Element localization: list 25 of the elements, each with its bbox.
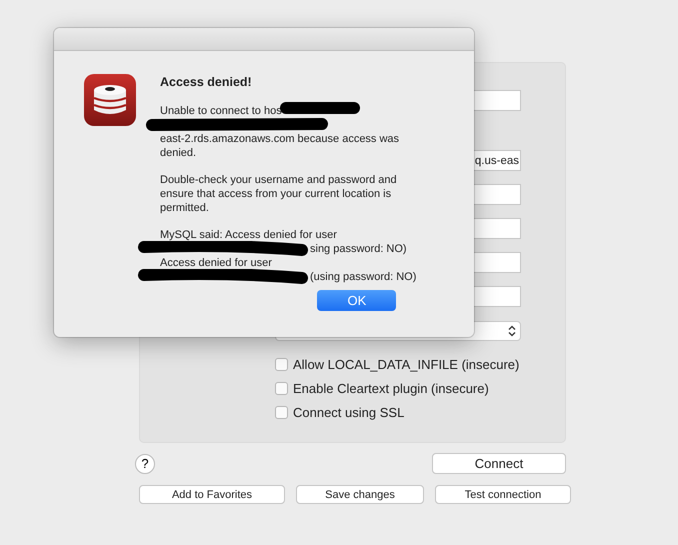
message-text: (using password: NO) xyxy=(310,270,416,284)
help-button[interactable]: ? xyxy=(135,454,155,474)
message-text: denied. xyxy=(160,146,196,160)
connect-button[interactable]: Connect xyxy=(432,453,566,474)
alert-title: Access denied! xyxy=(160,75,253,89)
checkbox-label: Enable Cleartext plugin (insecure) xyxy=(293,381,489,396)
action-button[interactable]: Test connection xyxy=(435,485,571,504)
message-text: MySQL said: Access denied for user xyxy=(160,228,337,242)
action-button[interactable]: Save changes xyxy=(296,485,424,504)
checkbox[interactable] xyxy=(275,358,288,371)
message-text: Double-check your username and password and xyxy=(160,173,397,187)
message-text: east-2.rds.amazonaws.com because access was xyxy=(160,132,400,146)
up-down-arrows-icon xyxy=(508,325,516,337)
checkbox-label: Allow LOCAL_DATA_INFILE (insecure) xyxy=(293,357,520,372)
message-text: sing password: NO) xyxy=(310,242,407,256)
action-button[interactable]: Add to Favorites xyxy=(139,485,285,504)
message-text: permitted. xyxy=(160,201,209,215)
message-text: Unable to connect to hos xyxy=(160,104,282,118)
checkbox-label: Connect using SSL xyxy=(293,405,404,420)
checkbox[interactable] xyxy=(275,406,288,419)
message-text: ensure that access from your current location is xyxy=(160,187,392,201)
checkbox[interactable] xyxy=(275,382,288,395)
ok-button[interactable]: OK xyxy=(317,290,396,311)
message-text: Access denied for user xyxy=(160,256,272,270)
database-icon xyxy=(84,74,136,126)
